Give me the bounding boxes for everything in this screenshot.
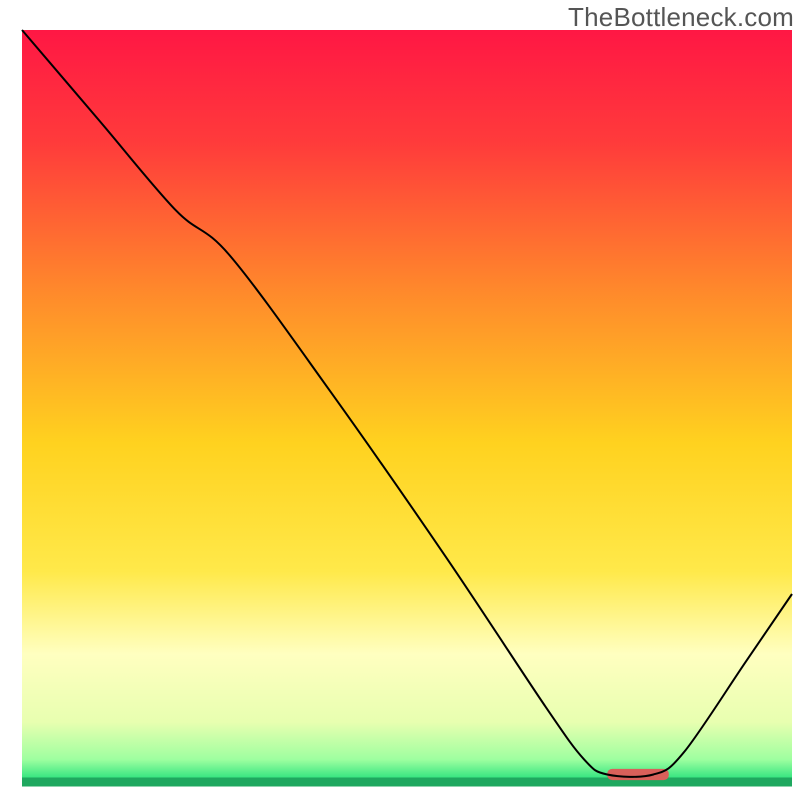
- gradient-background: [22, 30, 792, 782]
- chart-svg: [0, 0, 800, 800]
- optimal-range-marker: [607, 769, 669, 780]
- bottleneck-chart: TheBottleneck.com: [0, 0, 800, 800]
- watermark-text: TheBottleneck.com: [568, 2, 794, 33]
- plot-area: [22, 30, 792, 782]
